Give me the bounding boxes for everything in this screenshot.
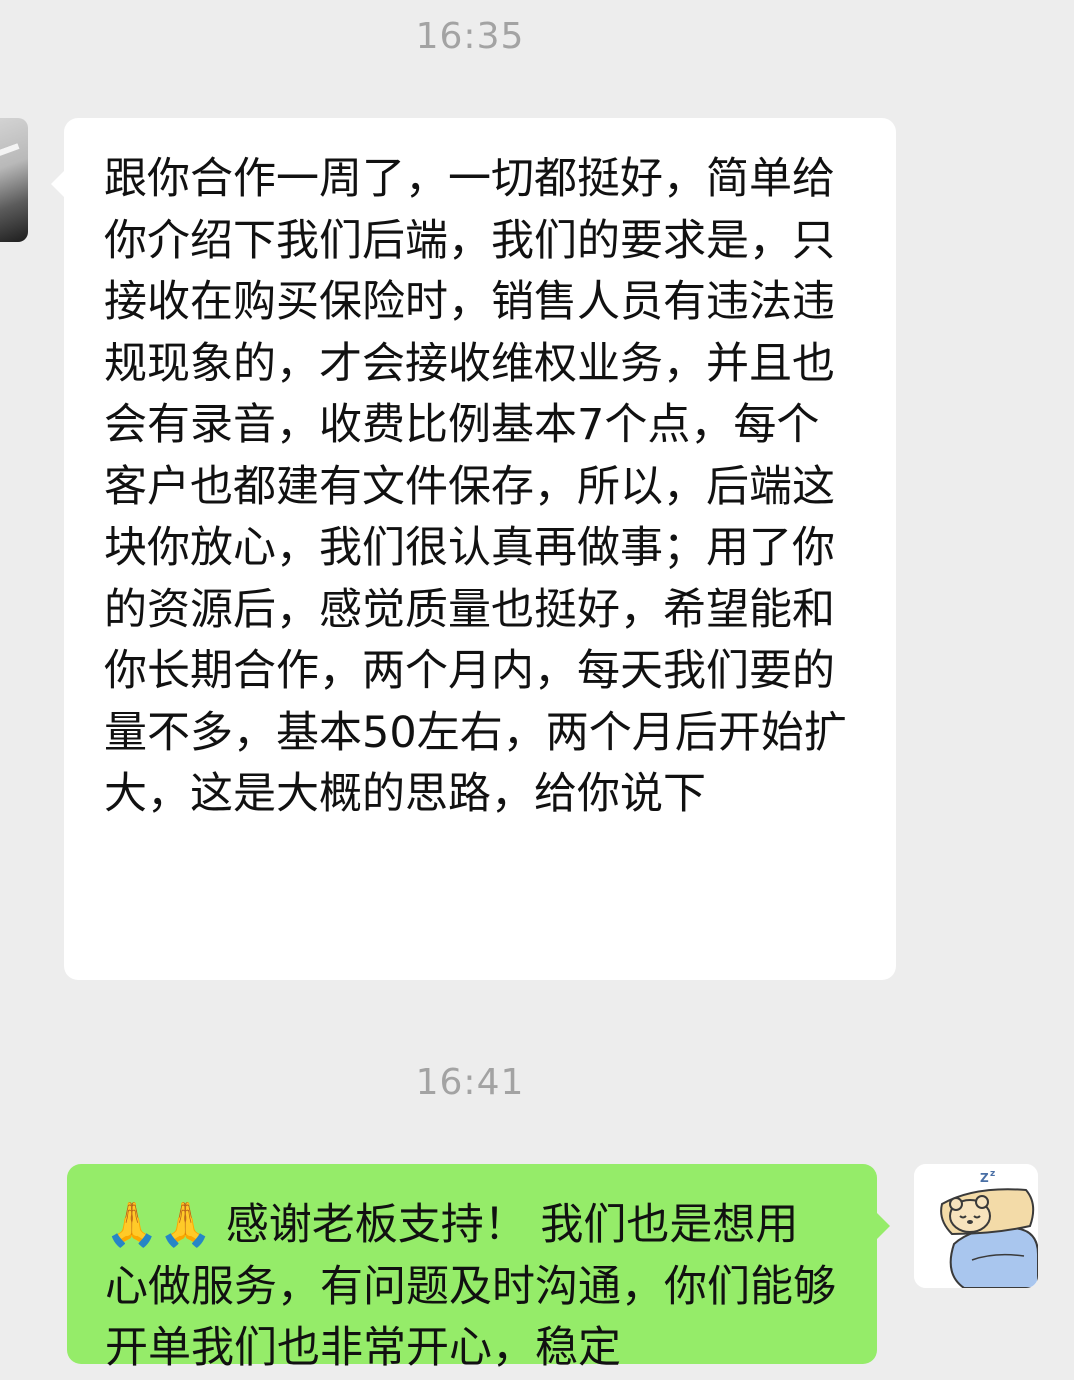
svg-text:Z: Z xyxy=(980,1171,989,1185)
message-timestamp: 16:35 xyxy=(415,16,525,57)
self-avatar[interactable]: Z z xyxy=(914,1164,1038,1288)
message-timestamp: 16:41 xyxy=(415,1062,525,1103)
contact-avatar[interactable] xyxy=(0,118,28,242)
incoming-message-bubble[interactable]: 跟你合作一周了，一切都挺好，简单给你介绍下我们后端，我们的要求是，只接收在购买保… xyxy=(51,118,896,980)
outgoing-message-bubble[interactable]: 🙏🙏 感谢老板支持！ 我们也是想用心做服务，有问题及时沟通，你们能够开单我们也非… xyxy=(67,1164,890,1373)
sleeping-bear-icon: Z z xyxy=(914,1164,1038,1288)
svg-text:z: z xyxy=(990,1169,995,1179)
